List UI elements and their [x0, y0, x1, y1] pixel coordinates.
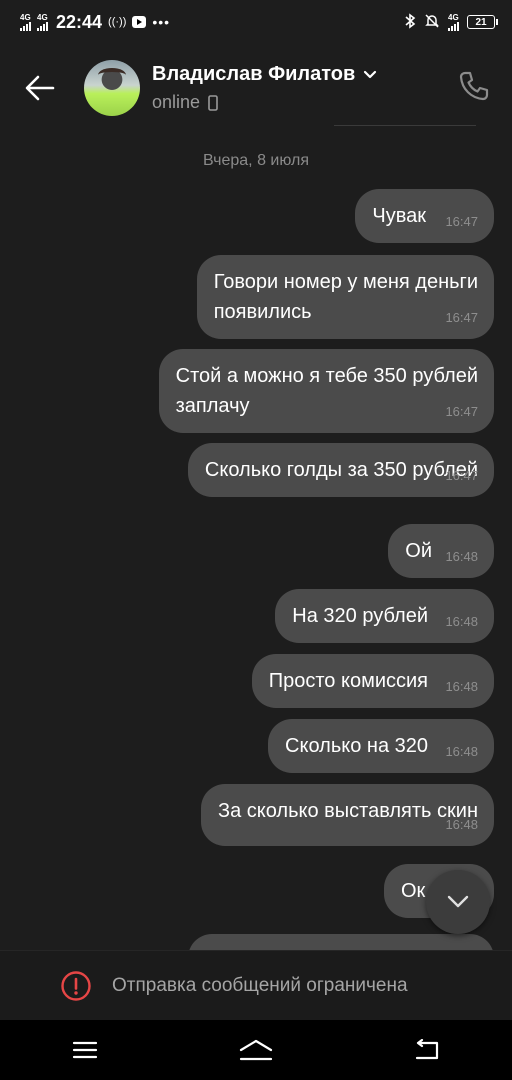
chevron-down-icon: [447, 895, 469, 908]
message-time: 16:47: [445, 468, 478, 483]
message-bubble[interactable]: [188, 934, 494, 950]
message-bubble[interactable]: Сколько на 320 16:48: [268, 719, 494, 773]
battery-level: 21: [467, 15, 495, 29]
network-type-label: 4G: [20, 12, 31, 22]
battery-icon: 21: [467, 15, 498, 29]
network-type-label: 4G: [37, 12, 48, 22]
message-text: Стой а можно я тебе 350 рублей заплачу: [175, 365, 478, 417]
mobile-icon: [208, 94, 218, 111]
system-nav-bar: [0, 1020, 512, 1080]
youtube-icon: [132, 16, 147, 28]
home-icon: [239, 1039, 273, 1061]
call-button[interactable]: [454, 66, 494, 106]
arrow-left-icon: [25, 75, 55, 101]
message-time: 16:48: [445, 744, 478, 759]
contact-status: online: [152, 92, 201, 112]
home-button[interactable]: [226, 1020, 286, 1080]
hotspot-icon: ((·)): [108, 16, 127, 28]
mute-icon: [424, 13, 440, 32]
message-bubble[interactable]: На 320 рублей 16:48: [275, 589, 494, 643]
message-bubble[interactable]: Ой 16:48: [388, 524, 494, 578]
contact-info[interactable]: Владислав Филатов online: [152, 63, 377, 113]
message-time: 16:47: [445, 310, 478, 325]
scroll-to-bottom-button[interactable]: [426, 870, 490, 934]
message-bubble[interactable]: Сколько голды за 350 рублей 16:47: [187, 443, 494, 497]
clock: 22:44: [56, 11, 103, 32]
chevron-down-icon[interactable]: [363, 70, 377, 80]
message-time: 16:47: [445, 404, 478, 419]
message-time: 16:47: [445, 214, 478, 229]
message-time: 16:48: [445, 549, 478, 564]
message-time: 16:48: [445, 817, 478, 832]
contact-name[interactable]: Владислав Филатов: [152, 63, 355, 86]
message-text: Сколько голды за 350 рублей: [204, 459, 478, 481]
message-list[interactable]: Вчера, 8 июля Чувак 16:47 Говори номер у…: [0, 130, 512, 950]
phone-icon: [459, 71, 489, 101]
back-nav-button[interactable]: [397, 1020, 457, 1080]
more-notifications-icon: •••: [152, 14, 171, 30]
message-bubble[interactable]: Просто комиссия 16:48: [251, 654, 494, 708]
signal-icon: 4G: [37, 12, 48, 31]
network-type-label: 4G: [448, 12, 459, 22]
message-text: Говори номер у меня деньги появились: [213, 271, 478, 323]
message-bubble[interactable]: Чувак 16:47: [355, 189, 494, 243]
message-text: За сколько выставлять скин: [218, 800, 478, 822]
date-separator: Вчера, 8 июля: [203, 152, 309, 169]
back-button[interactable]: [0, 52, 80, 124]
message-time: 16:48: [445, 614, 478, 629]
avatar[interactable]: [84, 60, 140, 116]
recent-apps-button[interactable]: [55, 1020, 115, 1080]
chat-header: Владислав Филатов online: [0, 52, 512, 124]
signal-icon: 4G: [448, 12, 459, 31]
message-bubble[interactable]: Стой а можно я тебе 350 рублей заплачу 1…: [158, 349, 494, 433]
divider: [334, 125, 476, 126]
message-bubble[interactable]: За сколько выставлять скин 16:48: [201, 784, 494, 846]
signal-icon: 4G: [20, 12, 31, 31]
bluetooth-icon: [404, 12, 416, 32]
restriction-text: Отправка сообщений ограничена: [112, 974, 408, 996]
back-icon: [415, 1039, 438, 1060]
status-bar: 4G 4G 22:44 ((·)) ••• 4G 21: [0, 0, 512, 44]
warning-circle-icon: [61, 970, 91, 1001]
menu-icon: [73, 1041, 98, 1059]
message-time: 16:48: [445, 679, 478, 694]
message-bubble[interactable]: Говори номер у меня деньги появились 16:…: [196, 255, 494, 339]
messaging-restricted-banner: Отправка сообщений ограничена: [0, 950, 512, 1020]
